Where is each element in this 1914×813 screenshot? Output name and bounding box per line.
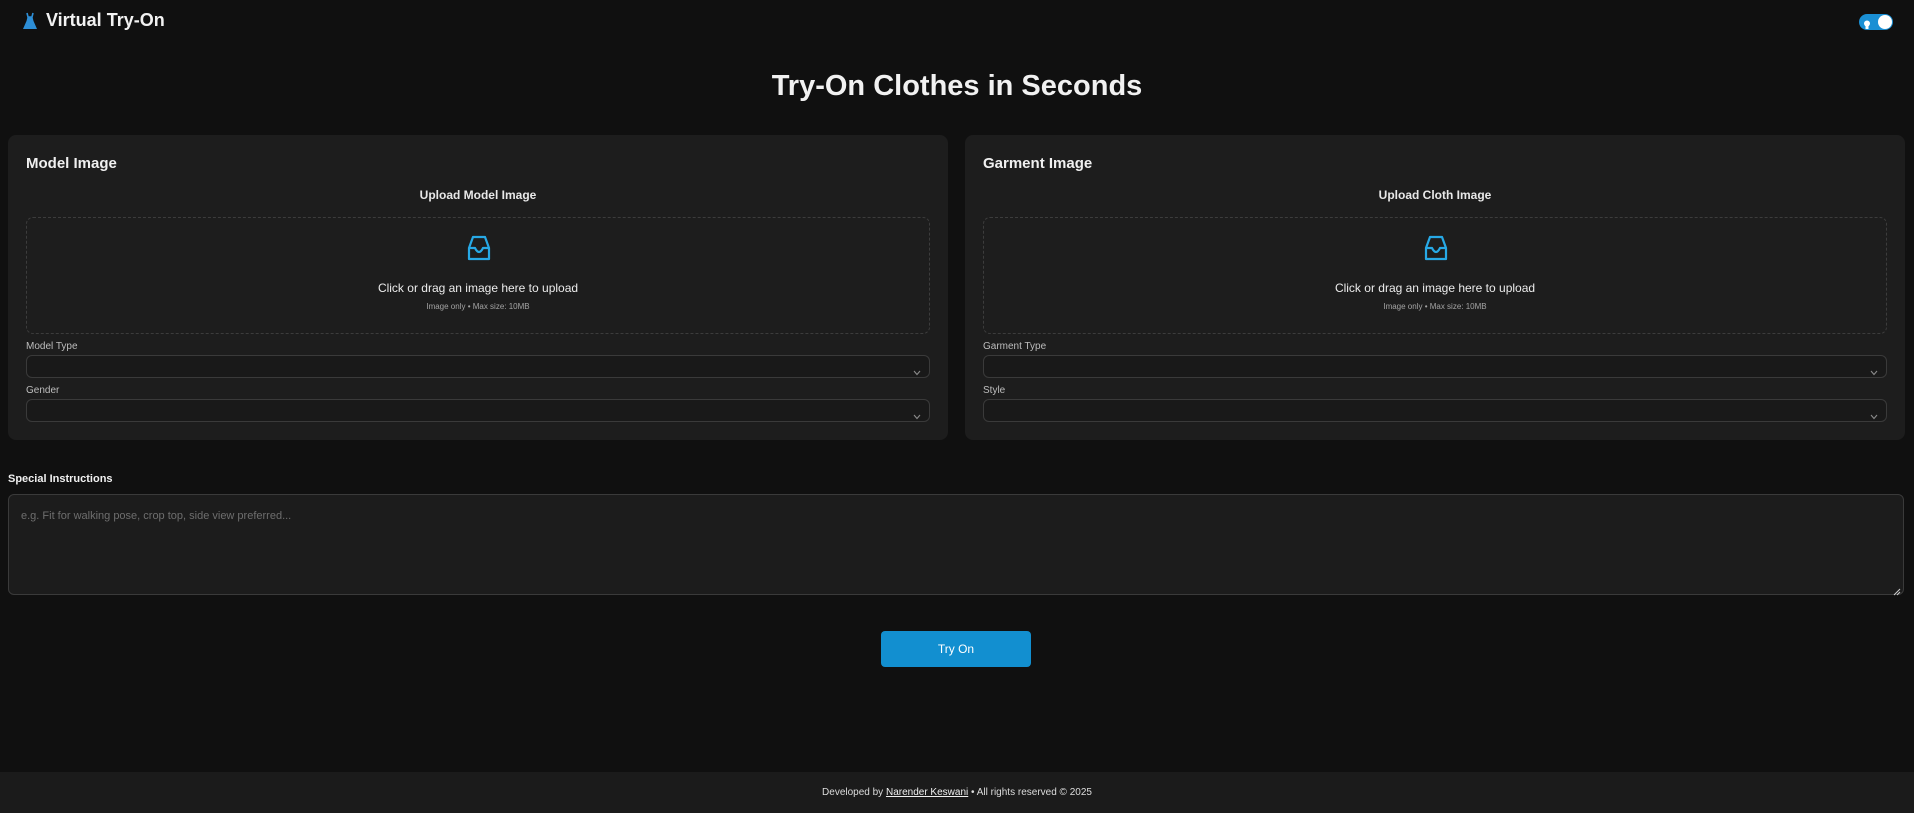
inbox-icon: [464, 233, 494, 268]
garment-type-label: Garment Type: [983, 341, 1047, 352]
chevron-down-icon: [1870, 407, 1878, 425]
garment-type-select[interactable]: [983, 355, 1887, 378]
page-title: Try-On Clothes in Seconds: [771, 70, 1143, 102]
lightbulb-icon: [1863, 17, 1871, 35]
dropzone-text: Click or drag an image here to upload: [1334, 281, 1536, 295]
model-type-select[interactable]: [26, 355, 930, 378]
chevron-down-icon: [913, 407, 921, 425]
garment-image-dropzone[interactable]: Click or drag an image here to upload Im…: [983, 217, 1887, 334]
author-link[interactable]: Narender Keswani: [886, 787, 968, 798]
gender-select[interactable]: [26, 399, 930, 422]
inbox-icon: [1421, 233, 1451, 268]
chevron-down-icon: [913, 363, 921, 381]
dress-icon: [22, 12, 38, 30]
footer: Developed by Narender Keswani • All righ…: [0, 772, 1914, 813]
special-instructions-input[interactable]: [8, 494, 1904, 595]
footer-prefix: Developed by: [822, 787, 884, 798]
style-label: Style: [983, 385, 1006, 396]
try-on-button[interactable]: Try On: [881, 631, 1031, 667]
toggle-knob: [1878, 15, 1892, 29]
model-image-card: Model Image Upload Model Image Click or …: [8, 135, 948, 440]
card-title: Garment Image: [983, 155, 1093, 172]
dropzone-hint: Image only • Max size: 10MB: [1383, 302, 1487, 311]
gender-label: Gender: [26, 385, 60, 396]
garment-image-card: Garment Image Upload Cloth Image Click o…: [965, 135, 1905, 440]
top-bar: Virtual Try-On: [0, 0, 1914, 46]
upload-label: Upload Model Image: [419, 188, 537, 202]
footer-suffix: • All rights reserved © 2025: [971, 787, 1092, 798]
style-select[interactable]: [983, 399, 1887, 422]
chevron-down-icon: [1870, 363, 1878, 381]
dropzone-hint: Image only • Max size: 10MB: [426, 302, 530, 311]
brand[interactable]: Virtual Try-On: [22, 10, 165, 31]
upload-label: Upload Cloth Image: [1378, 188, 1492, 202]
theme-toggle[interactable]: [1859, 14, 1893, 30]
model-type-label: Model Type: [26, 341, 78, 352]
special-instructions-label: Special Instructions: [8, 473, 113, 485]
dropzone-text: Click or drag an image here to upload: [377, 281, 579, 295]
card-title: Model Image: [26, 155, 117, 172]
app-title: Virtual Try-On: [46, 10, 165, 30]
model-image-dropzone[interactable]: Click or drag an image here to upload Im…: [26, 217, 930, 334]
resize-handle-icon[interactable]: [1892, 583, 1901, 601]
